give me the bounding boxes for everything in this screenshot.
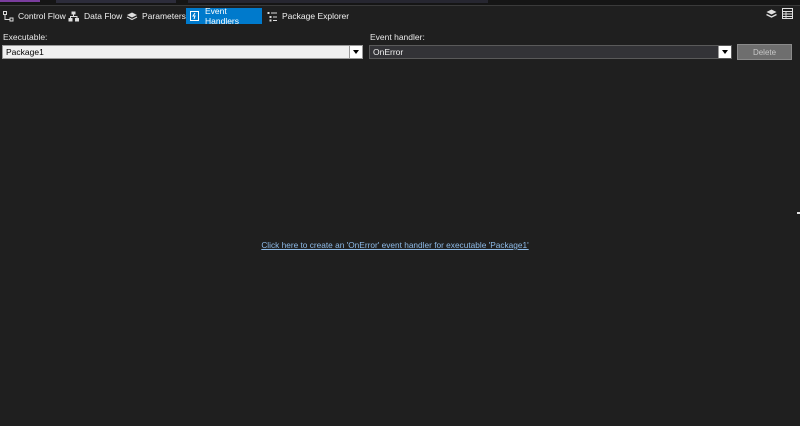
delete-button[interactable]: Delete (737, 44, 792, 60)
executable-value: Package1 (6, 47, 44, 57)
tab-parameters[interactable]: Parameters (124, 8, 190, 24)
event-handlers-icon (190, 11, 199, 21)
variables-button[interactable] (766, 8, 777, 21)
grid-icon (782, 6, 793, 24)
tab-label: Package Explorer (282, 11, 350, 21)
event-handlers-designer: Control Flow Data Flow Parameters Event … (0, 0, 800, 426)
package-explorer-icon (266, 10, 278, 22)
tab-label: Data Flow (84, 11, 123, 21)
parameters-icon (126, 10, 138, 22)
grid-options-button[interactable] (782, 6, 793, 24)
data-flow-icon (68, 10, 80, 22)
tab-label: Control Flow (18, 11, 66, 21)
executable-dropdown-button[interactable] (349, 46, 362, 58)
tab-label: Parameters (142, 11, 186, 21)
chevron-down-icon (722, 50, 728, 54)
variables-icon (766, 6, 777, 24)
tab-package-explorer[interactable]: Package Explorer (264, 8, 353, 24)
tab-label: Event Handlers (205, 6, 240, 26)
event-handler-value: OnError (373, 47, 404, 57)
create-event-handler-link-text[interactable]: Click here to create an 'OnError' event … (261, 240, 528, 250)
event-handler-label: Event handler: (370, 32, 425, 42)
chevron-down-icon (353, 50, 359, 54)
tab-data-flow[interactable]: Data Flow (66, 8, 126, 24)
strip-accent (0, 0, 40, 2)
designer-tab-bar: Control Flow Data Flow Parameters Event … (0, 6, 800, 26)
event-handler-combobox[interactable]: OnError (369, 45, 732, 59)
executable-combobox[interactable]: Package1 (2, 45, 363, 59)
create-event-handler-link[interactable]: Click here to create an 'OnError' event … (0, 240, 800, 250)
strip-fragment (56, 0, 176, 3)
tab-control-flow[interactable]: Control Flow (0, 8, 70, 24)
control-flow-icon (2, 10, 14, 22)
strip-fragment (188, 0, 488, 3)
tab-event-handlers[interactable]: Event Handlers (186, 6, 262, 26)
executable-label: Executable: (3, 32, 48, 42)
event-handler-dropdown-button[interactable] (718, 46, 731, 58)
